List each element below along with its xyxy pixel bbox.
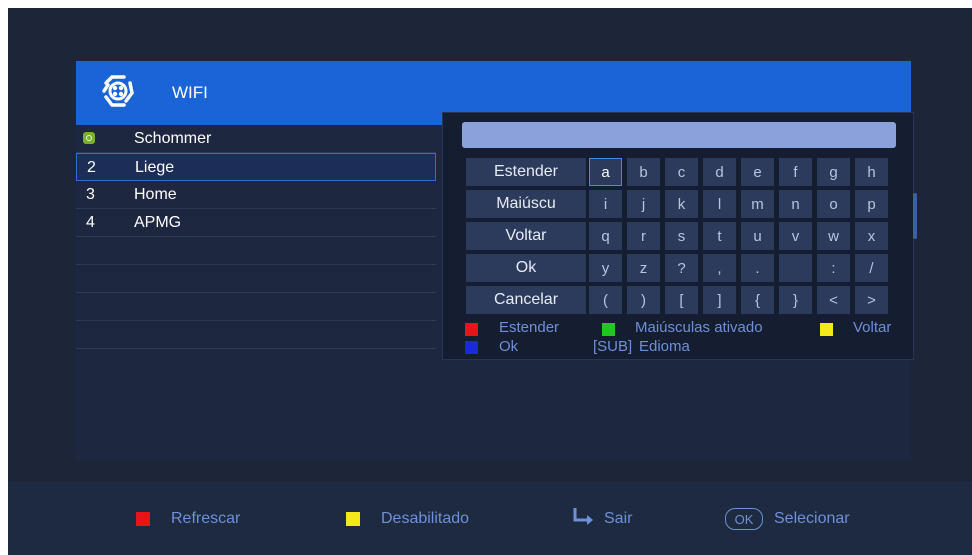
- network-name: APMG: [134, 214, 182, 231]
- yellow-key-icon: [346, 512, 360, 526]
- key[interactable]: d: [703, 158, 736, 186]
- key[interactable]: ]: [703, 286, 736, 314]
- key[interactable]: (: [589, 286, 622, 314]
- key[interactable]: ,: [703, 254, 736, 282]
- tv-screen: WIFI Schommer 2 Liege 3 Home 4 APMG Este…: [8, 8, 972, 555]
- key[interactable]: /: [855, 254, 888, 282]
- network-row-home[interactable]: 3 Home: [76, 181, 436, 209]
- key[interactable]: w: [817, 222, 850, 250]
- page-title: WIFI: [172, 83, 208, 102]
- network-number: 4: [86, 214, 95, 231]
- exit-arrow-icon: [573, 508, 593, 525]
- network-number: 2: [87, 159, 96, 176]
- key[interactable]: z: [627, 254, 660, 282]
- network-name: Schommer: [134, 130, 212, 147]
- key[interactable]: t: [703, 222, 736, 250]
- key[interactable]: j: [627, 190, 660, 218]
- key[interactable]: >: [855, 286, 888, 314]
- key[interactable]: [779, 254, 812, 282]
- key[interactable]: }: [779, 286, 812, 314]
- key[interactable]: g: [817, 158, 850, 186]
- legend-green: Maiúsculas ativado: [635, 319, 763, 336]
- key[interactable]: i: [589, 190, 622, 218]
- key[interactable]: x: [855, 222, 888, 250]
- network-row-apmg[interactable]: 4 APMG: [76, 209, 436, 237]
- key[interactable]: <: [817, 286, 850, 314]
- key[interactable]: h: [855, 158, 888, 186]
- key[interactable]: b: [627, 158, 660, 186]
- key[interactable]: f: [779, 158, 812, 186]
- key[interactable]: k: [665, 190, 698, 218]
- network-row-empty: [76, 293, 436, 321]
- key[interactable]: {: [741, 286, 774, 314]
- legend-sub: [SUB]: [593, 338, 633, 355]
- ok-badge-icon: OK: [725, 508, 763, 530]
- legend-red: Estender: [499, 319, 560, 336]
- scrollbar[interactable]: [913, 193, 917, 239]
- key[interactable]: q: [589, 222, 622, 250]
- key[interactable]: a: [589, 158, 622, 186]
- network-row-liege[interactable]: 2 Liege: [76, 153, 436, 181]
- key[interactable]: r: [627, 222, 660, 250]
- lock-icon: [83, 132, 95, 144]
- legend-blue: Ok: [499, 338, 519, 355]
- key[interactable]: s: [665, 222, 698, 250]
- virtual-keyboard: Estender Maiúscu Voltar Ok Cancelar abcd…: [442, 112, 917, 360]
- key[interactable]: l: [703, 190, 736, 218]
- select-label[interactable]: Selecionar: [774, 510, 850, 528]
- disabled-label[interactable]: Desabilitado: [381, 510, 469, 528]
- key[interactable]: u: [741, 222, 774, 250]
- red-key-icon: [136, 512, 150, 526]
- cancel-button[interactable]: Cancelar: [466, 286, 586, 314]
- wifi-logo-icon: [102, 75, 134, 107]
- exit-label[interactable]: Sair: [604, 510, 632, 528]
- extend-button[interactable]: Estender: [466, 158, 586, 186]
- network-list: Schommer 2 Liege 3 Home 4 APMG: [76, 125, 436, 349]
- network-row-empty: [76, 265, 436, 293]
- key[interactable]: p: [855, 190, 888, 218]
- password-input[interactable]: [462, 122, 896, 148]
- ok-button[interactable]: Ok: [466, 254, 586, 282]
- caps-button[interactable]: Maiúscu: [466, 190, 586, 218]
- key[interactable]: e: [741, 158, 774, 186]
- key[interactable]: .: [741, 254, 774, 282]
- network-name: Home: [134, 186, 177, 203]
- blue-key-icon: [465, 341, 478, 354]
- key[interactable]: v: [779, 222, 812, 250]
- footer-bar: Refrescar Desabilitado Sair OK Seleciona…: [8, 482, 972, 555]
- key[interactable]: y: [589, 254, 622, 282]
- red-key-icon: [465, 323, 478, 336]
- key[interactable]: o: [817, 190, 850, 218]
- network-name: Liege: [135, 159, 175, 176]
- network-row-empty: [76, 321, 436, 349]
- key[interactable]: ): [627, 286, 660, 314]
- back-button[interactable]: Voltar: [466, 222, 586, 250]
- legend-yellow: Voltar: [853, 319, 892, 336]
- network-row-schommer[interactable]: Schommer: [76, 125, 436, 153]
- key[interactable]: [: [665, 286, 698, 314]
- legend-language: Edioma: [639, 338, 690, 355]
- key[interactable]: c: [665, 158, 698, 186]
- key[interactable]: :: [817, 254, 850, 282]
- green-key-icon: [602, 323, 615, 336]
- key[interactable]: ?: [665, 254, 698, 282]
- refresh-label[interactable]: Refrescar: [171, 510, 240, 528]
- key[interactable]: n: [779, 190, 812, 218]
- yellow-key-icon: [820, 323, 833, 336]
- network-row-empty: [76, 237, 436, 265]
- key[interactable]: m: [741, 190, 774, 218]
- network-number: 3: [86, 186, 95, 203]
